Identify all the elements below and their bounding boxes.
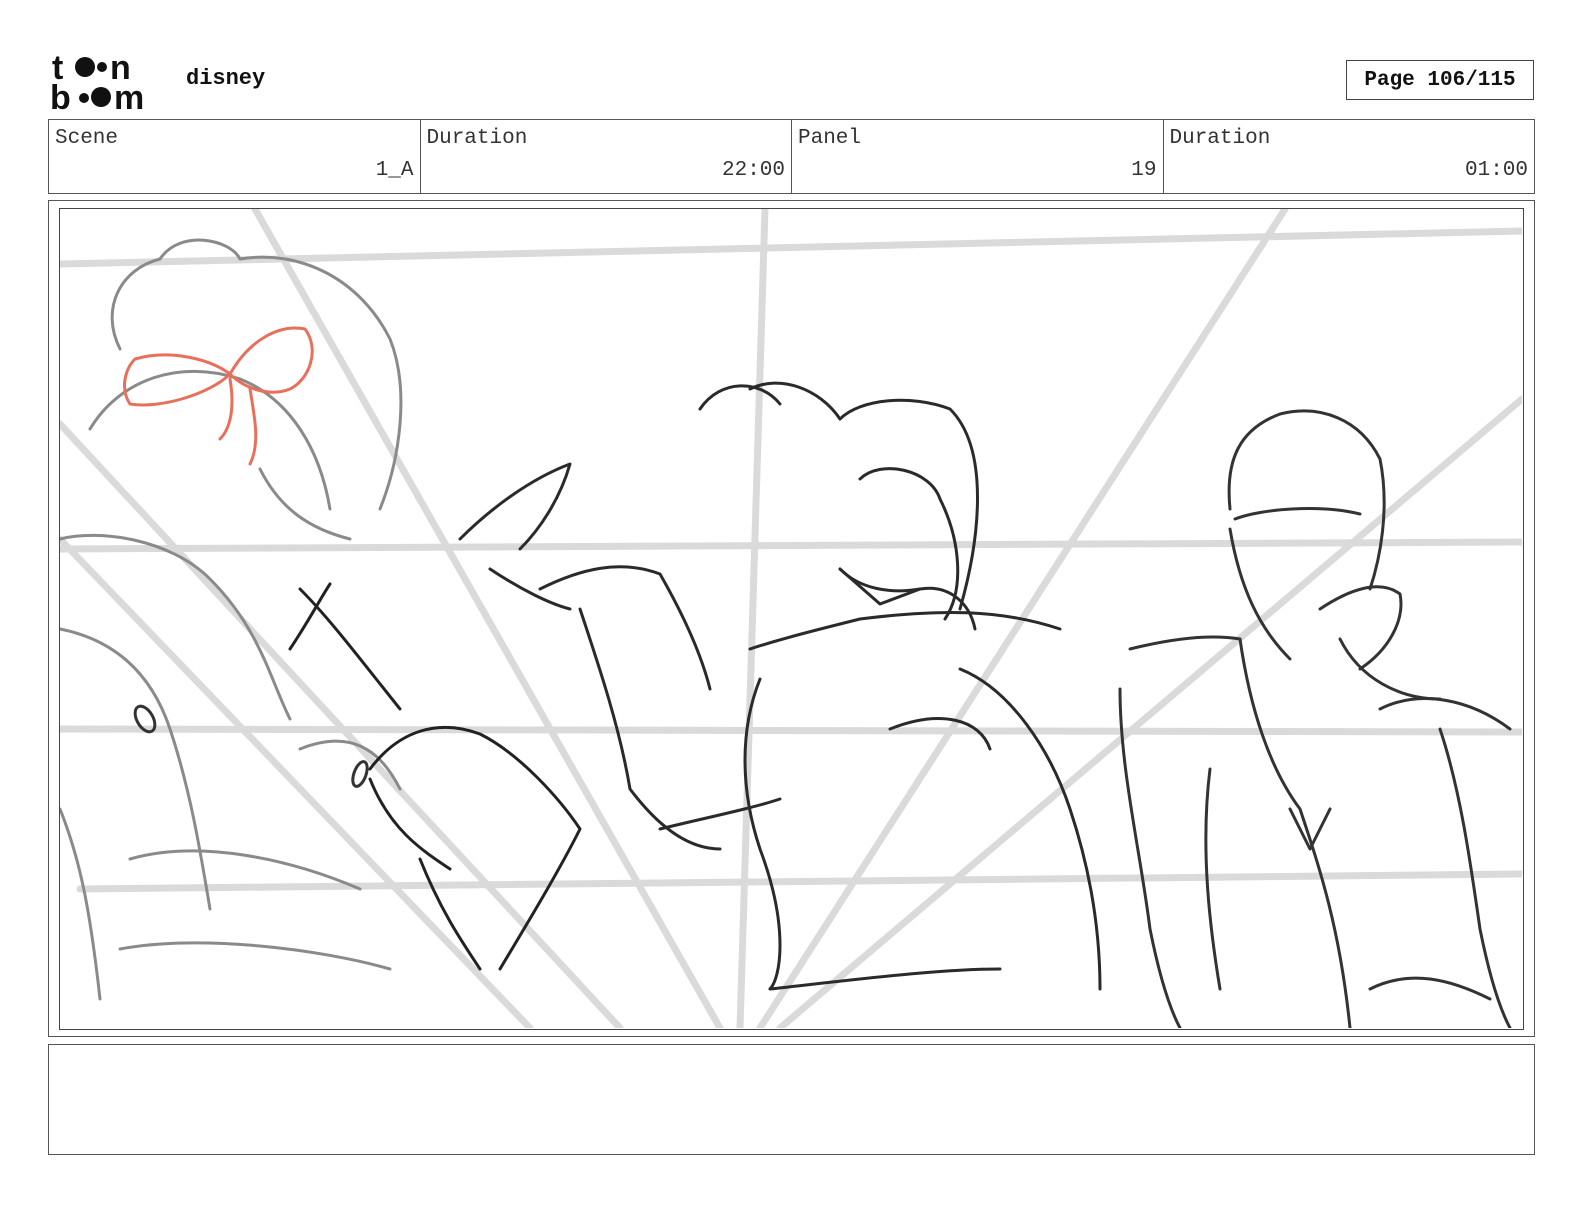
right-character-sketch	[1118, 409, 1512, 1028]
panel-value: 19	[1131, 159, 1157, 182]
toon-boom-logo: t n b m	[50, 49, 168, 117]
page-indicator: Page 106/115	[1346, 60, 1534, 100]
middle-character-sketch	[458, 381, 1102, 991]
panel-notes-box	[48, 1044, 1535, 1155]
panel-info-bar: Scene 1_A Duration 22:00 Panel 19 Durati…	[48, 119, 1535, 194]
panel-duration-label: Duration	[1169, 127, 1271, 150]
scene-duration-label: Duration	[426, 127, 528, 150]
scene-duration-cell: Duration 22:00	[421, 120, 792, 193]
project-name: disney	[186, 66, 266, 91]
svg-text:b: b	[50, 79, 71, 112]
panel-duration-cell: Duration 01:00	[1164, 120, 1535, 193]
scene-label: Scene	[55, 127, 119, 150]
panel-cell: Panel 19	[792, 120, 1164, 193]
red-bow-accent	[123, 326, 314, 466]
scene-value: 1_A	[375, 159, 414, 182]
panel-duration-value: 01:00	[1464, 159, 1528, 182]
svg-text:m: m	[114, 79, 144, 112]
panel-label: Panel	[798, 127, 862, 150]
storyboard-sketch	[60, 209, 1522, 1028]
scene-cell: Scene 1_A	[49, 120, 421, 193]
left-character-arm	[288, 582, 582, 971]
storyboard-sketch-image	[59, 208, 1524, 1030]
scene-duration-value: 22:00	[721, 159, 785, 182]
toon-boom-logo-mark: t n b m	[50, 49, 144, 117]
